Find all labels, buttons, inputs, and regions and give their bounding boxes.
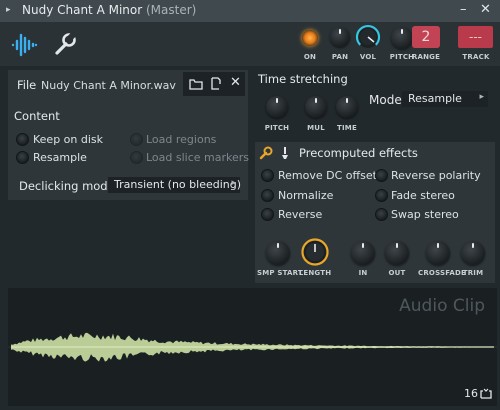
on-label: ON [303, 53, 317, 61]
window-title-text: Nudy Chant A Minor [22, 3, 143, 17]
declicking-mode-dropdown[interactable]: Transient (no bleeding) ▸ [108, 177, 242, 193]
reverse-polarity-radio[interactable] [375, 169, 388, 182]
file-label: File [17, 78, 37, 92]
remove-file-icon[interactable]: ✕ [230, 75, 241, 90]
window-title: Nudy Chant A Minor (Master) [22, 3, 196, 17]
normalize-radio[interactable] [261, 189, 274, 202]
pan-label: PAN [331, 53, 349, 61]
pan-knob[interactable] [330, 27, 350, 47]
remove-dc-offset-radio[interactable] [261, 169, 274, 182]
vol-label: VOL [359, 53, 377, 61]
trim-knob[interactable] [461, 241, 485, 265]
mode-dropdown-arrow-icon: ▸ [479, 92, 484, 102]
resample-radio[interactable] [16, 151, 29, 164]
pitch-knob[interactable] [391, 27, 413, 49]
load-file-icon[interactable] [209, 76, 223, 92]
keep-on-disk-radio[interactable] [16, 133, 29, 146]
crossfade-label: CROSSFADE [418, 269, 467, 277]
window-menu-icon[interactable]: ▸ [6, 5, 11, 15]
mode-dropdown[interactable]: Resample ▸ [402, 91, 488, 107]
range-value-display[interactable]: 2 [412, 26, 440, 48]
range-label: RANGE [411, 53, 441, 61]
ts-pitch-label: PITCH [264, 124, 290, 132]
precomputed-effects-title: Precomputed effects [299, 146, 418, 160]
load-regions-label: Load regions [146, 133, 217, 146]
ts-mul-knob[interactable] [305, 96, 327, 118]
load-slice-markers-label: Load slice markers [146, 151, 250, 164]
mode-label: Mode [369, 93, 402, 107]
swap-stereo-label: Swap stereo [391, 208, 459, 221]
content-title: Content [14, 109, 60, 123]
toolbar: ON PAN VOL PITCH 2 RANGE --- TRACK [0, 22, 500, 66]
settings-tab[interactable] [45, 24, 85, 64]
window-subtitle: (Master) [146, 3, 197, 17]
file-actions: ✕ [183, 72, 245, 96]
folder-icon[interactable] [189, 77, 203, 91]
waveform-icon [11, 33, 38, 57]
mode-value: Resample [408, 92, 462, 105]
track-label: TRACK [462, 53, 490, 61]
title-bar: ▸ Nudy Chant A Minor (Master) – ✕ [0, 0, 500, 22]
ts-time-knob[interactable] [336, 96, 358, 118]
reverse-label: Reverse [278, 208, 323, 221]
wrench-icon [55, 31, 77, 55]
declicking-mode-label: Declicking mode [19, 179, 115, 193]
out-label: OUT [388, 269, 406, 277]
file-name: Nudy Chant A Minor.wav [41, 79, 176, 92]
in-knob[interactable] [351, 241, 375, 265]
ts-mul-label: MUL [307, 124, 325, 132]
in-label: IN [358, 269, 368, 277]
fade-stereo-label: Fade stereo [391, 189, 455, 202]
waveform-graph [8, 332, 497, 362]
ts-pitch-knob[interactable] [266, 96, 288, 118]
reverse-polarity-label: Reverse polarity [391, 169, 481, 182]
load-regions-radio[interactable] [130, 133, 143, 146]
brush-icon[interactable] [280, 146, 290, 160]
reverse-radio[interactable] [261, 208, 274, 221]
waveform-tab[interactable] [5, 24, 45, 64]
sample-start-label: SMP START [257, 269, 303, 277]
declicking-mode-value: Transient (no bleeding) [114, 178, 242, 191]
minimize-button[interactable]: – [460, 2, 467, 17]
length-label: LENGTH [298, 269, 332, 277]
swap-stereo-radio[interactable] [375, 208, 388, 221]
close-button[interactable]: ✕ [480, 2, 491, 17]
grid-value: 16 [464, 387, 478, 400]
volume-knob[interactable] [355, 24, 381, 50]
wrench-small-icon[interactable] [258, 145, 274, 161]
crossfade-knob[interactable] [426, 241, 450, 265]
time-stretching-title: Time stretching [258, 72, 348, 86]
load-slice-markers-radio[interactable] [130, 151, 143, 164]
dropdown-arrow-icon: ▸ [231, 178, 236, 188]
waveform-display[interactable]: Audio Clip 16 [8, 288, 497, 406]
trim-label: TRIM [462, 269, 484, 277]
on-led-button[interactable] [302, 30, 318, 46]
resample-label: Resample [33, 151, 87, 164]
length-knob[interactable] [300, 237, 330, 267]
track-selector[interactable]: --- [458, 26, 493, 48]
sample-start-knob[interactable] [266, 241, 290, 265]
out-knob[interactable] [385, 241, 409, 265]
remove-dc-offset-label: Remove DC offset [278, 169, 377, 182]
normalize-label: Normalize [278, 189, 334, 202]
keep-on-disk-label: Keep on disk [33, 133, 104, 146]
ts-time-label: TIME [337, 124, 357, 132]
fade-stereo-radio[interactable] [375, 189, 388, 202]
snap-grid-icon[interactable] [480, 388, 492, 399]
